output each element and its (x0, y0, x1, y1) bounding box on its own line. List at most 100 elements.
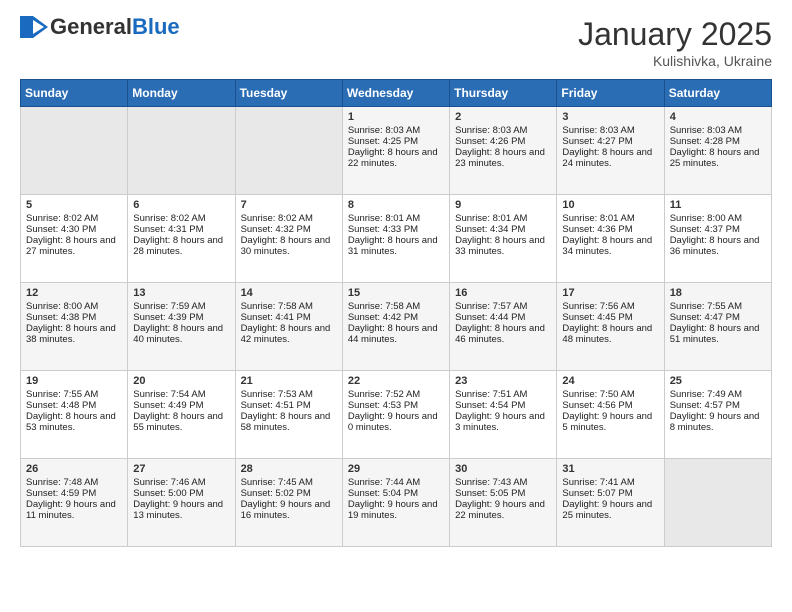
day-number: 26 (26, 463, 122, 475)
cell-text: Sunset: 4:26 PM (455, 136, 551, 147)
cell-text: Sunset: 4:27 PM (562, 136, 658, 147)
day-number: 14 (241, 287, 337, 299)
cell-text: Daylight: 8 hours and 34 minutes. (562, 235, 658, 257)
logo-blue-text: Blue (132, 16, 180, 38)
cell-text: Sunrise: 7:48 AM (26, 477, 122, 488)
cell-text: Sunrise: 8:03 AM (348, 125, 444, 136)
cell-text: Daylight: 8 hours and 28 minutes. (133, 235, 229, 257)
calendar-cell: 9Sunrise: 8:01 AMSunset: 4:34 PMDaylight… (450, 195, 557, 283)
cell-text: Sunset: 4:32 PM (241, 224, 337, 235)
day-number: 30 (455, 463, 551, 475)
calendar-cell: 21Sunrise: 7:53 AMSunset: 4:51 PMDayligh… (235, 371, 342, 459)
cell-text: Sunset: 4:54 PM (455, 400, 551, 411)
calendar-cell (21, 107, 128, 195)
calendar-cell: 1 Sunrise: 8:03 AMSunset: 4:25 PMDaylight… (342, 107, 449, 195)
calendar-cell: 2Sunrise: 8:03 AMSunset: 4:26 PMDaylight… (450, 107, 557, 195)
day-number: 1 (348, 111, 444, 123)
cell-text: Sunrise: 7:54 AM (133, 389, 229, 400)
calendar-cell: 28Sunrise: 7:45 AMSunset: 5:02 PMDayligh… (235, 459, 342, 547)
calendar-cell: 15Sunrise: 7:58 AMSunset: 4:42 PMDayligh… (342, 283, 449, 371)
cell-text: Sunrise: 7:58 AM (348, 301, 444, 312)
calendar-cell: 29Sunrise: 7:44 AMSunset: 5:04 PMDayligh… (342, 459, 449, 547)
cell-text: Daylight: 8 hours and 40 minutes. (133, 323, 229, 345)
day-number: 23 (455, 375, 551, 387)
cell-text: Sunrise: 7:49 AM (670, 389, 766, 400)
calendar-cell: 22Sunrise: 7:52 AMSunset: 4:53 PMDayligh… (342, 371, 449, 459)
calendar-cell: 13Sunrise: 7:59 AMSunset: 4:39 PMDayligh… (128, 283, 235, 371)
calendar-cell: 17Sunrise: 7:56 AMSunset: 4:45 PMDayligh… (557, 283, 664, 371)
day-number: 4 (670, 111, 766, 123)
cell-text: Sunset: 4:57 PM (670, 400, 766, 411)
cell-text: Sunrise: 8:03 AM (455, 125, 551, 136)
cell-text: Sunrise: 7:45 AM (241, 477, 337, 488)
day-header-saturday: Saturday (664, 80, 771, 107)
cell-text: Sunrise: 7:55 AM (26, 389, 122, 400)
cell-text: Sunrise: 7:43 AM (455, 477, 551, 488)
cell-text: Daylight: 8 hours and 22 minutes. (348, 147, 444, 169)
day-number: 20 (133, 375, 229, 387)
cell-text: Sunrise: 8:03 AM (562, 125, 658, 136)
cell-text: Sunrise: 8:02 AM (241, 213, 337, 224)
cell-text: Sunset: 4:25 PM (348, 136, 444, 147)
cell-text: Sunrise: 7:57 AM (455, 301, 551, 312)
day-number: 18 (670, 287, 766, 299)
day-number: 31 (562, 463, 658, 475)
day-number: 7 (241, 199, 337, 211)
cell-text: Daylight: 8 hours and 58 minutes. (241, 411, 337, 433)
cell-text: Sunset: 5:07 PM (562, 488, 658, 499)
cell-text: Daylight: 8 hours and 25 minutes. (670, 147, 766, 169)
day-header-thursday: Thursday (450, 80, 557, 107)
day-number: 27 (133, 463, 229, 475)
cell-text: Sunrise: 8:02 AM (26, 213, 122, 224)
day-number: 15 (348, 287, 444, 299)
day-number: 13 (133, 287, 229, 299)
calendar-cell: 3Sunrise: 8:03 AMSunset: 4:27 PMDaylight… (557, 107, 664, 195)
calendar-cell: 26Sunrise: 7:48 AMSunset: 4:59 PMDayligh… (21, 459, 128, 547)
cell-text: Sunrise: 8:00 AM (670, 213, 766, 224)
cell-text: Daylight: 8 hours and 53 minutes. (26, 411, 122, 433)
day-number: 9 (455, 199, 551, 211)
day-number: 8 (348, 199, 444, 211)
cell-text: Sunrise: 7:56 AM (562, 301, 658, 312)
day-number: 3 (562, 111, 658, 123)
cell-text: Sunset: 4:34 PM (455, 224, 551, 235)
calendar-cell: 5Sunrise: 8:02 AMSunset: 4:30 PMDaylight… (21, 195, 128, 283)
cell-text: Daylight: 8 hours and 44 minutes. (348, 323, 444, 345)
calendar-cell: 18Sunrise: 7:55 AMSunset: 4:47 PMDayligh… (664, 283, 771, 371)
cell-text: Daylight: 8 hours and 38 minutes. (26, 323, 122, 345)
day-number: 6 (133, 199, 229, 211)
cell-text: Sunrise: 8:03 AM (670, 125, 766, 136)
calendar-cell: 4Sunrise: 8:03 AMSunset: 4:28 PMDaylight… (664, 107, 771, 195)
cell-text: Daylight: 9 hours and 19 minutes. (348, 499, 444, 521)
cell-text: Sunrise: 7:58 AM (241, 301, 337, 312)
day-number: 21 (241, 375, 337, 387)
cell-text: Sunrise: 7:55 AM (670, 301, 766, 312)
location: Kulishivka, Ukraine (578, 53, 772, 69)
cell-text: Sunset: 4:47 PM (670, 312, 766, 323)
cell-text: Daylight: 9 hours and 3 minutes. (455, 411, 551, 433)
cell-text: Sunrise: 7:41 AM (562, 477, 658, 488)
calendar-cell (128, 107, 235, 195)
week-row-3: 19Sunrise: 7:55 AMSunset: 4:48 PMDayligh… (21, 371, 772, 459)
calendar-cell: 25Sunrise: 7:49 AMSunset: 4:57 PMDayligh… (664, 371, 771, 459)
cell-text: Sunrise: 7:46 AM (133, 477, 229, 488)
cell-text: Sunset: 4:45 PM (562, 312, 658, 323)
cell-text: Daylight: 8 hours and 42 minutes. (241, 323, 337, 345)
month-title: January 2025 (578, 16, 772, 53)
cell-text: Daylight: 8 hours and 48 minutes. (562, 323, 658, 345)
cell-text: Daylight: 9 hours and 0 minutes. (348, 411, 444, 433)
day-number: 10 (562, 199, 658, 211)
cell-text: Sunrise: 8:01 AM (455, 213, 551, 224)
calendar-header-row: SundayMondayTuesdayWednesdayThursdayFrid… (21, 80, 772, 107)
logo-icon (20, 16, 48, 38)
cell-text: Sunrise: 8:01 AM (348, 213, 444, 224)
cell-text: Sunrise: 8:00 AM (26, 301, 122, 312)
cell-text: Sunset: 4:36 PM (562, 224, 658, 235)
cell-text: Sunset: 4:49 PM (133, 400, 229, 411)
calendar-cell: 6Sunrise: 8:02 AMSunset: 4:31 PMDaylight… (128, 195, 235, 283)
cell-text: Sunrise: 7:52 AM (348, 389, 444, 400)
cell-text: Sunset: 4:48 PM (26, 400, 122, 411)
calendar-table: SundayMondayTuesdayWednesdayThursdayFrid… (20, 79, 772, 547)
day-number: 5 (26, 199, 122, 211)
cell-text: Sunset: 4:41 PM (241, 312, 337, 323)
